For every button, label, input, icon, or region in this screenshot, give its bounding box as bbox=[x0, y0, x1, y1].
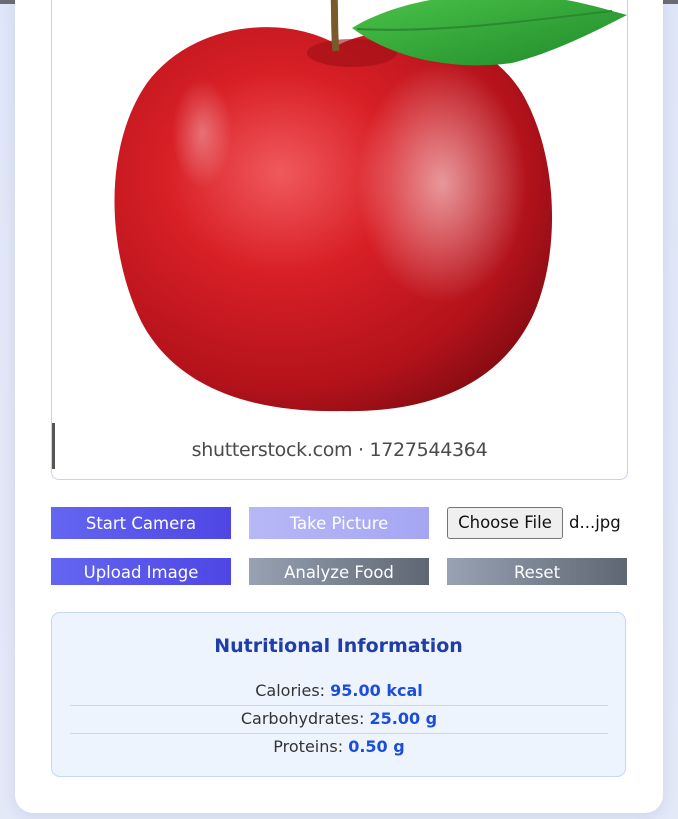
nutrition-row-proteins: Proteins: 0.50 g bbox=[70, 733, 608, 761]
upload-image-button[interactable]: Upload Image bbox=[51, 558, 231, 585]
image-watermark: shutterstock.com · 1727544364 bbox=[191, 439, 488, 461]
nutrition-label: Proteins: bbox=[273, 737, 344, 756]
nutrition-row-carbohydrates: Carbohydrates: 25.00 g bbox=[70, 705, 608, 734]
nutrition-label: Carbohydrates: bbox=[240, 709, 365, 728]
start-camera-button[interactable]: Start Camera bbox=[51, 507, 231, 539]
choose-file-button[interactable]: Choose File bbox=[447, 507, 563, 539]
nutrition-value: 95.00 kcal bbox=[330, 681, 423, 700]
food-image-preview: shutterstock.com · 1727544364 bbox=[51, 0, 628, 480]
nutrition-panel: Nutritional Information Calories: 95.00 … bbox=[51, 612, 626, 777]
nutrition-value: 25.00 g bbox=[369, 709, 438, 728]
nutrition-row-calories: Calories: 95.00 kcal bbox=[70, 677, 608, 706]
nutrition-value: 0.50 g bbox=[348, 737, 405, 756]
analyze-food-button[interactable]: Analyze Food bbox=[249, 558, 429, 585]
apple-photo bbox=[114, 0, 627, 412]
reset-button[interactable]: Reset bbox=[447, 558, 627, 585]
nutrition-title: Nutritional Information bbox=[214, 635, 463, 657]
take-picture-button[interactable]: Take Picture bbox=[249, 507, 429, 539]
nutrition-label: Calories: bbox=[255, 681, 326, 700]
selected-file-name: d...jpg bbox=[569, 513, 621, 532]
